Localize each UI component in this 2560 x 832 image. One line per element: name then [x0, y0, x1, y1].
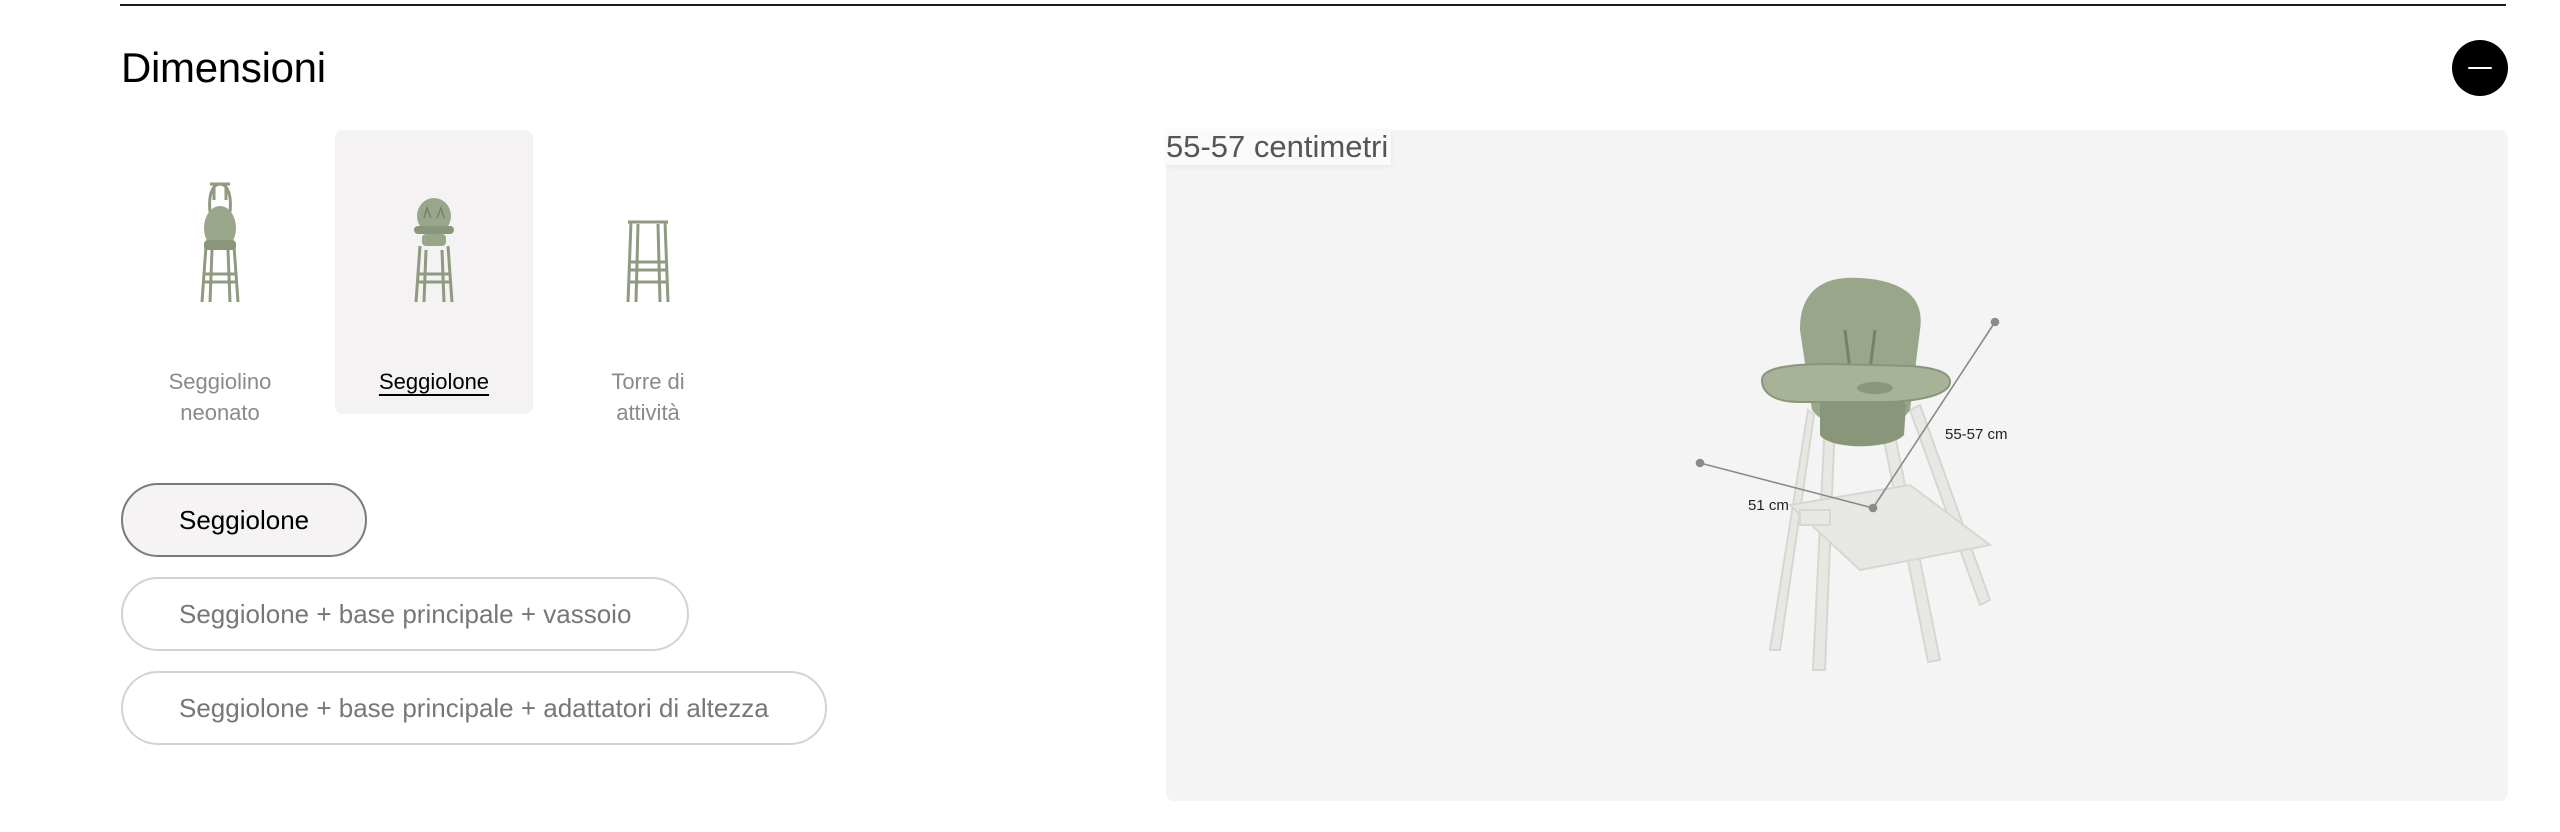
mode-tab-newborn-seat[interactable]: Seggiolino neonato	[121, 130, 319, 425]
height-dimension-label: 55-57 cm	[1945, 426, 2008, 443]
width-dimension-label: 51 cm	[1748, 497, 1789, 514]
highchair-dimension-illustration: 55-57 cm 51 cm	[1695, 277, 2008, 671]
section-title: Dimensioni	[121, 44, 326, 91]
collapse-button[interactable]	[2452, 40, 2508, 96]
activity-tower-icon	[626, 220, 670, 303]
highchair-icon	[414, 198, 454, 303]
option-highchair-base-height-adapters[interactable]: Seggiolone + base principale + adattator…	[121, 671, 827, 745]
dimension-caption: 55-57 centimetri	[1166, 129, 1392, 165]
mode-tab-activity-tower[interactable]: Torre di attività	[549, 130, 747, 425]
mode-tab-highchair[interactable]: Seggiolone	[335, 130, 533, 414]
section-divider	[120, 4, 2506, 6]
option-highchair[interactable]: Seggiolone	[121, 483, 368, 557]
mode-label: Seggiolino neonato	[168, 369, 272, 425]
mode-label: Torre di attività	[611, 369, 685, 425]
option-highchair-base-tray[interactable]: Seggiolone + base principale + vassoio	[121, 577, 690, 651]
minus-icon	[2468, 67, 2492, 70]
newborn-seat-chair-icon	[200, 182, 240, 303]
mode-label: Seggiolone	[378, 369, 490, 394]
